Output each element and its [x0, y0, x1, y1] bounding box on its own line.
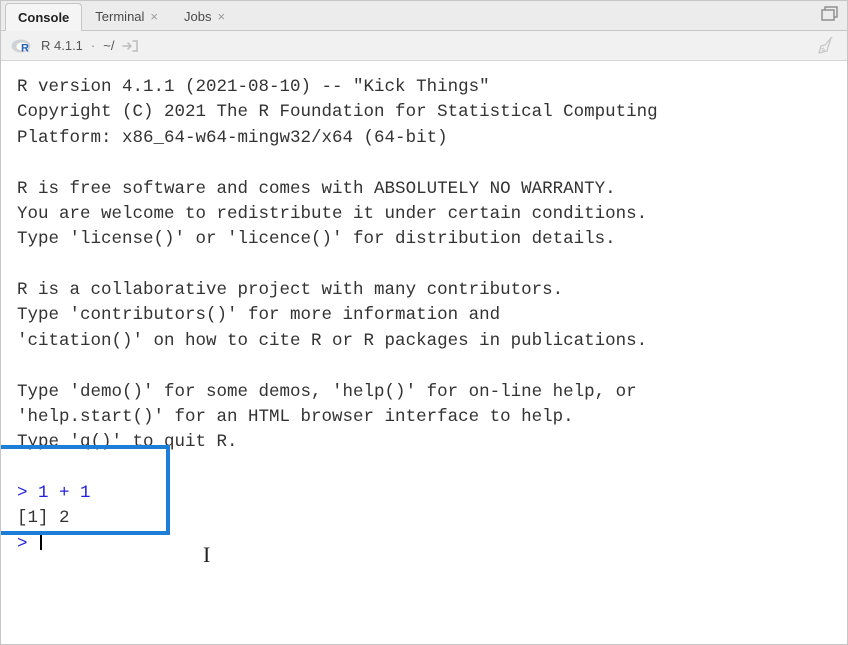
share-button[interactable]: [122, 39, 138, 53]
startup-line: [17, 253, 831, 278]
tab-console[interactable]: Console: [5, 3, 82, 31]
share-icon: [122, 39, 138, 53]
startup-line: [17, 456, 831, 481]
restore-icon: [821, 6, 839, 22]
startup-line: Type 'q()' to quit R.: [17, 430, 831, 455]
restore-window-button[interactable]: [821, 6, 839, 22]
tab-terminal[interactable]: Terminal ×: [82, 2, 171, 30]
tab-bar: Console Terminal × Jobs ×: [1, 1, 847, 31]
console-prompt-line[interactable]: >: [17, 532, 831, 557]
separator: ·: [91, 38, 95, 53]
clear-console-button[interactable]: [817, 37, 837, 55]
user-input: 1 + 1: [38, 483, 91, 503]
r-logo-icon: R: [11, 37, 33, 55]
startup-line: R version 4.1.1 (2021-08-10) -- "Kick Th…: [17, 75, 831, 100]
console-output-line: [1] 2: [17, 506, 831, 531]
startup-line: Type 'license()' or 'licence()' for dist…: [17, 227, 831, 252]
startup-line: [17, 354, 831, 379]
console-output-area[interactable]: R version 4.1.1 (2021-08-10) -- "Kick Th…: [1, 61, 847, 644]
startup-line: Copyright (C) 2021 The R Foundation for …: [17, 100, 831, 125]
prompt-char: >: [17, 483, 28, 503]
ibeam-cursor-icon: I: [203, 539, 210, 571]
r-version-label: R 4.1.1: [41, 38, 83, 53]
broom-icon: [817, 37, 837, 55]
console-panel: Console Terminal × Jobs × R R 4.1.1 · ~/: [0, 0, 848, 645]
startup-line: 'help.start()' for an HTML browser inter…: [17, 405, 831, 430]
text-cursor: [40, 532, 42, 550]
startup-line: R is a collaborative project with many c…: [17, 278, 831, 303]
close-icon[interactable]: ×: [150, 10, 158, 23]
startup-line: You are welcome to redistribute it under…: [17, 202, 831, 227]
startup-line: Type 'contributors()' for more informati…: [17, 303, 831, 328]
tab-label: Console: [18, 10, 69, 25]
tab-label: Terminal: [95, 9, 144, 24]
console-input-line: > 1 + 1: [17, 481, 831, 506]
startup-line: 'citation()' on how to cite R or R packa…: [17, 329, 831, 354]
tab-jobs[interactable]: Jobs ×: [171, 2, 238, 30]
prompt-char: >: [17, 534, 28, 554]
startup-line: Type 'demo()' for some demos, 'help()' f…: [17, 380, 831, 405]
svg-text:R: R: [21, 42, 29, 54]
startup-line: R is free software and comes with ABSOLU…: [17, 177, 831, 202]
console-info-bar: R R 4.1.1 · ~/: [1, 31, 847, 61]
startup-line: Platform: x86_64-w64-mingw32/x64 (64-bit…: [17, 126, 831, 151]
startup-line: [17, 151, 831, 176]
cwd-label[interactable]: ~/: [103, 38, 114, 53]
close-icon[interactable]: ×: [217, 10, 225, 23]
tab-label: Jobs: [184, 9, 211, 24]
